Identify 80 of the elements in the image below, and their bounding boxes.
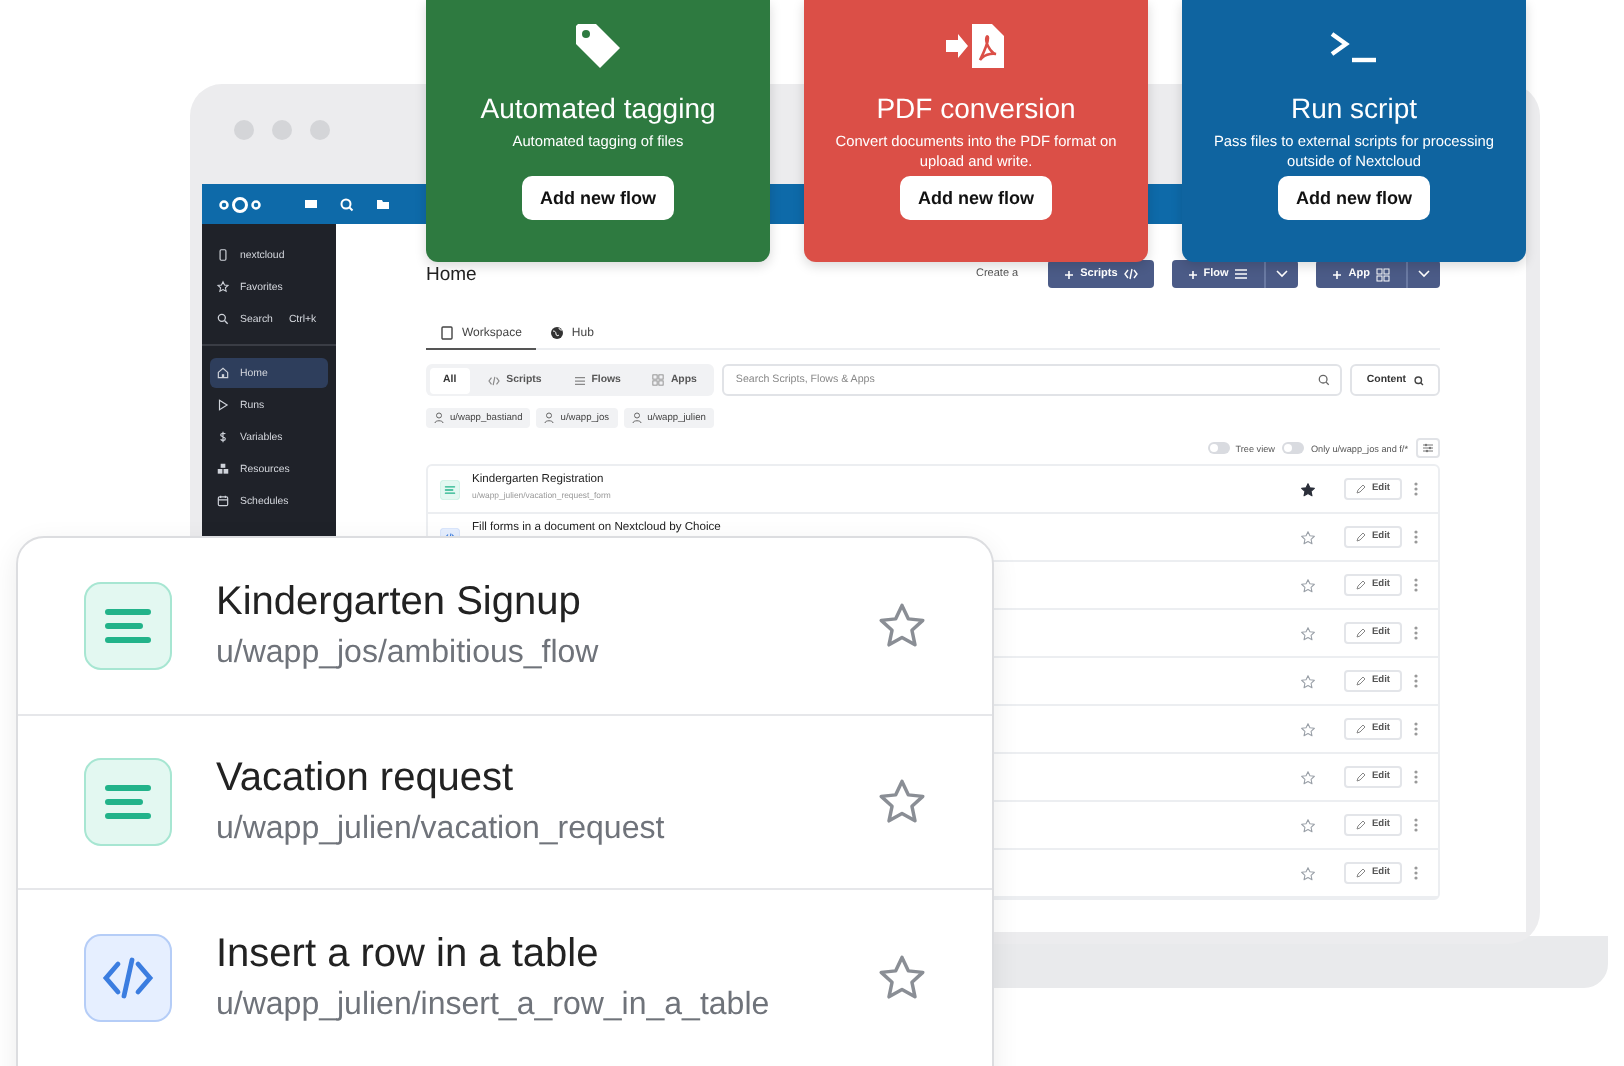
caret-icon (1276, 270, 1289, 278)
logo-icon[interactable] (218, 195, 262, 213)
star-icon[interactable] (1299, 769, 1316, 785)
plus-icon (1064, 269, 1075, 279)
item-title[interactable]: Vacation request (216, 756, 832, 802)
window-dot (310, 120, 330, 140)
dropdown-button[interactable] (1406, 260, 1440, 288)
code-icon (1123, 268, 1138, 280)
pencil-icon (1355, 820, 1366, 830)
star-icon[interactable] (1299, 529, 1316, 545)
boxes-icon (216, 462, 230, 476)
star-icon[interactable] (1299, 865, 1316, 881)
pencil-icon (1355, 532, 1366, 542)
home-icon (216, 366, 230, 380)
folder-icon[interactable] (376, 198, 390, 210)
grid-icon (1376, 267, 1390, 281)
grid-icon (652, 374, 665, 386)
tablet-icon (440, 326, 454, 340)
code-icon (488, 375, 501, 385)
search-icon (1318, 374, 1331, 386)
add-flow-button[interactable]: Add new flow (522, 176, 674, 220)
card-title: Automated tagging (480, 92, 716, 124)
user-icon (544, 412, 555, 424)
pdf-convert-icon (944, 20, 1008, 72)
star-icon (216, 280, 230, 294)
globe-icon (549, 326, 564, 340)
pencil-icon (1355, 484, 1366, 494)
dashboard-icon[interactable] (304, 198, 318, 210)
pencil-icon (1355, 772, 1366, 782)
terminal-icon (1328, 28, 1380, 64)
user-icon (434, 412, 444, 424)
star-icon[interactable] (1299, 721, 1316, 737)
star-icon[interactable] (876, 776, 928, 828)
phone-icon (216, 248, 230, 262)
add-flow-button[interactable]: Add new flow (900, 176, 1052, 220)
plus-icon (1187, 269, 1198, 279)
search-icon[interactable] (340, 197, 354, 211)
item-title[interactable]: Insert a row in a table (216, 932, 832, 978)
user-icon (631, 412, 642, 424)
add-flow-button[interactable]: Add new flow (1278, 176, 1430, 220)
code-icon (84, 934, 172, 1022)
window-dot (234, 120, 254, 140)
star-icon[interactable] (1299, 625, 1316, 641)
list-icon (1234, 268, 1249, 280)
star-icon[interactable] (1299, 673, 1316, 689)
page-title: Home (426, 263, 479, 285)
star-icon[interactable] (1299, 481, 1316, 497)
search-icon (1414, 375, 1424, 385)
star-icon[interactable] (1299, 817, 1316, 833)
item-title[interactable]: Kindergarten Signup (216, 580, 832, 626)
item-path: u/wapp_julien/insert_a_row_in_a_table (216, 988, 772, 1024)
item-path: u/wapp_julien/vacation_request (216, 812, 667, 848)
caret-icon (1418, 270, 1430, 278)
dropdown-button[interactable] (1264, 260, 1299, 288)
window-dot (272, 120, 292, 140)
list-icon (573, 375, 586, 385)
pencil-icon (1355, 580, 1366, 590)
pencil-icon (1355, 868, 1366, 878)
star-icon[interactable] (876, 600, 928, 652)
list-icon (84, 582, 172, 670)
pencil-icon (1355, 628, 1366, 638)
filter-settings-button[interactable] (1416, 438, 1440, 458)
card-title: PDF conversion (876, 92, 1076, 124)
item-path: u/wapp_jos/ambitious_flow (216, 636, 601, 672)
star-icon[interactable] (876, 952, 928, 1004)
toggle-switch[interactable] (1207, 442, 1230, 454)
search-icon (216, 312, 230, 326)
plus-icon (1332, 269, 1343, 279)
card-title: Run script (1290, 92, 1418, 124)
play-icon (216, 398, 230, 412)
tag-icon (570, 18, 626, 74)
list-icon (84, 758, 172, 846)
pencil-icon (1355, 724, 1366, 734)
list-icon (440, 479, 460, 499)
toggle-switch[interactable] (1282, 442, 1305, 454)
dollar-icon (216, 430, 230, 444)
calendar-icon (216, 494, 230, 508)
sliders-icon (1422, 442, 1434, 454)
star-icon[interactable] (1299, 577, 1316, 593)
pencil-icon (1355, 676, 1366, 686)
